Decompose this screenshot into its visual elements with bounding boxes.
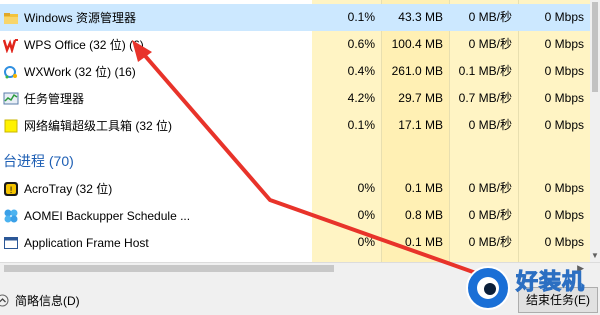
disk-value: 0 MB/秒	[468, 208, 512, 222]
memory-value: 0.1 MB	[404, 235, 443, 249]
disk-value: 0 MB/秒	[468, 10, 512, 24]
cpu-value: 0.1%	[347, 118, 375, 132]
toolbox-icon	[3, 118, 19, 134]
cpu-value: 0%	[357, 181, 375, 195]
brief-info-label: 简略信息(D)	[15, 294, 80, 308]
network-value: 0 Mbps	[544, 208, 584, 222]
scroll-down-icon[interactable]: ▼	[591, 251, 599, 260]
network-value: 0 Mbps	[544, 37, 584, 51]
folder-icon	[3, 10, 19, 26]
cpu-value: 0.1%	[347, 10, 375, 24]
process-row-explorer[interactable]: Windows 资源管理器 0.1% 43.3 MB 0 MB/秒 0 Mbps	[0, 4, 590, 31]
cpu-value: 0.4%	[347, 64, 375, 78]
disk-value: 0 MB/秒	[468, 235, 512, 249]
cpu-value: 4.2%	[347, 91, 375, 105]
acrotray-icon: !	[3, 181, 19, 197]
process-name: 网络编辑超级工具箱 (32 位)	[24, 119, 173, 133]
disk-value: 0 MB/秒	[468, 181, 512, 195]
network-value: 0 Mbps	[544, 235, 584, 249]
app-frame-icon	[3, 235, 19, 251]
memory-value: 100.4 MB	[391, 37, 443, 51]
cpu-value: 0%	[357, 208, 375, 222]
scrollbar-thumb[interactable]	[4, 265, 334, 272]
network-value: 0 Mbps	[544, 91, 584, 105]
network-value: 0 Mbps	[544, 118, 584, 132]
cpu-value: 0%	[357, 235, 375, 249]
aomei-icon	[3, 208, 19, 224]
process-row-task-manager[interactable]: 任务管理器 4.2% 29.7 MB 0.7 MB/秒 0 Mbps	[0, 85, 590, 112]
network-value: 0 Mbps	[544, 64, 584, 78]
chevron-up-icon	[0, 294, 9, 307]
watermark-text: 好装机	[515, 269, 586, 295]
process-row-acrotray[interactable]: ! AcroTray (32 位) 0% 0.1 MB 0 MB/秒 0 Mbp…	[0, 175, 590, 202]
process-name: WXWork (32 位) (16)	[24, 65, 136, 79]
process-row-wps[interactable]: WPS Office (32 位) (6) 0.6% 100.4 MB 0 MB…	[0, 31, 590, 58]
vertical-scrollbar[interactable]: ▼	[590, 0, 600, 262]
process-name: Application Frame Host	[24, 235, 149, 250]
process-row-app-frame-host[interactable]: Application Frame Host 0% 0.1 MB 0 MB/秒 …	[0, 229, 590, 256]
process-row-aomei[interactable]: AOMEI Backupper Schedule ... 0% 0.8 MB 0…	[0, 202, 590, 229]
group-label: 台进程 (70)	[3, 153, 74, 169]
memory-value: 261.0 MB	[391, 64, 443, 78]
svg-text:!: !	[9, 186, 13, 196]
network-value: 0 Mbps	[544, 181, 584, 195]
background-processes-group[interactable]: 台进程 (70)	[0, 145, 312, 175]
process-name: AcroTray (32 位)	[24, 182, 113, 196]
process-grid: Windows 资源管理器 0.1% 43.3 MB 0 MB/秒 0 Mbps…	[0, 0, 590, 262]
process-name: 任务管理器	[24, 92, 85, 106]
memory-value: 0.1 MB	[404, 181, 443, 195]
memory-value: 43.3 MB	[398, 10, 443, 24]
disk-value: 0 MB/秒	[468, 118, 512, 132]
process-row-wxwork[interactable]: WXWork (32 位) (16) 0.4% 261.0 MB 0.1 MB/…	[0, 58, 590, 85]
watermark: 好装机	[466, 262, 596, 312]
watermark-logo-icon	[466, 266, 510, 310]
memory-value: 29.7 MB	[398, 91, 443, 105]
task-manager-icon	[3, 91, 19, 107]
brief-info-toggle[interactable]: 简略信息(D)	[0, 292, 80, 309]
cpu-value: 0.6%	[347, 37, 375, 51]
process-name: WPS Office (32 位) (6)	[24, 38, 144, 52]
scrollbar-thumb[interactable]	[592, 2, 598, 92]
network-value: 0 Mbps	[544, 10, 584, 24]
process-name: AOMEI Backupper Schedule ...	[24, 208, 191, 223]
wps-icon	[3, 37, 19, 53]
disk-value: 0.1 MB/秒	[458, 64, 512, 78]
process-name: Windows 资源管理器	[24, 11, 137, 25]
disk-value: 0 MB/秒	[468, 37, 512, 51]
memory-value: 0.8 MB	[404, 208, 443, 222]
process-row-toolbox[interactable]: 网络编辑超级工具箱 (32 位) 0.1% 17.1 MB 0 MB/秒 0 M…	[0, 112, 590, 139]
wxwork-icon	[3, 64, 19, 80]
memory-value: 17.1 MB	[398, 118, 443, 132]
disk-value: 0.7 MB/秒	[458, 91, 512, 105]
